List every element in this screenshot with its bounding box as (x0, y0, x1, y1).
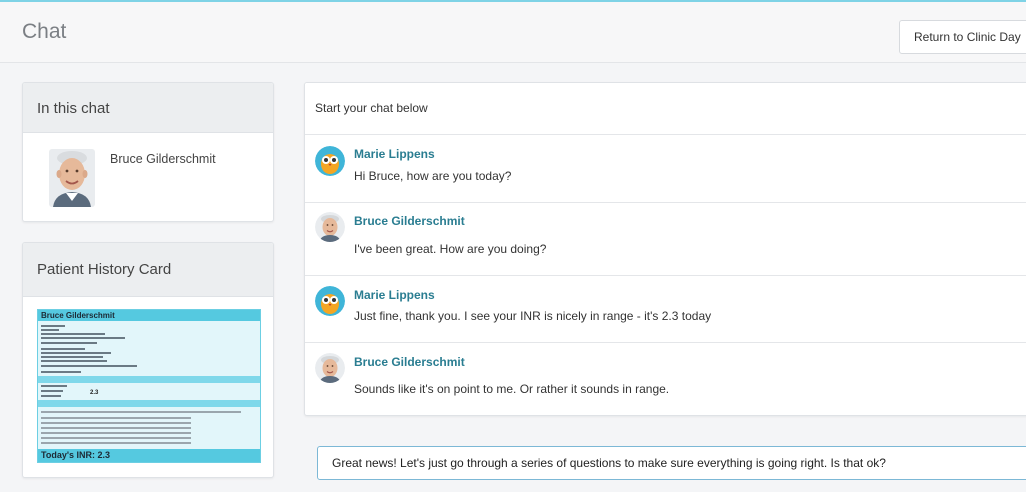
card-text-line (41, 333, 105, 335)
card-section-header (38, 400, 260, 407)
participants-panel: In this chat Bruce Gilderschmit (22, 82, 274, 222)
card-todays-inr: Today's INR: 2.3 (38, 449, 260, 462)
chat-intro: Start your chat below (305, 83, 1026, 135)
card-table-row (41, 442, 191, 444)
card-text-line (41, 325, 65, 327)
card-table-row (41, 427, 191, 429)
card-patient-name: Bruce Gilderschmit (38, 310, 260, 321)
chat-message: Bruce Gilderschmit I've been great. How … (305, 203, 1026, 276)
card-text-line (41, 329, 59, 331)
card-text-line (41, 360, 107, 362)
chat-message: Bruce Gilderschmit Sounds like it's on p… (305, 343, 1026, 415)
card-table-row (41, 411, 241, 413)
card-text-line (41, 352, 111, 354)
message-sender[interactable]: Bruce Gilderschmit (354, 355, 465, 369)
participants-panel-title: In this chat (23, 83, 273, 133)
card-inr-value: 2.3 (90, 390, 99, 396)
card-text-line (41, 371, 81, 373)
message-text: Hi Bruce, how are you today? (354, 169, 512, 183)
card-table-row (41, 432, 191, 434)
participant-name: Bruce Gilderschmit (110, 152, 216, 166)
card-text-line (41, 337, 125, 339)
card-text-line (41, 342, 97, 344)
composer-area (304, 434, 1026, 492)
message-sender[interactable]: Marie Lippens (354, 147, 435, 161)
card-table-row (41, 422, 191, 424)
patient-photo-icon (315, 212, 345, 242)
owl-avatar-icon (315, 146, 345, 176)
card-text-line (41, 395, 61, 397)
chat-message: Marie Lippens Hi Bruce, how are you toda… (305, 136, 1026, 203)
card-table-header (38, 376, 260, 383)
patient-photo-icon (315, 353, 345, 383)
card-text-line (41, 356, 103, 358)
chat-panel: Start your chat below Marie Lippens Hi B… (304, 82, 1026, 416)
message-sender[interactable]: Marie Lippens (354, 288, 435, 302)
page-header: Chat Return to Clinic Day (0, 2, 1026, 63)
patient-history-panel-title: Patient History Card (23, 243, 273, 297)
card-text-line (41, 348, 85, 350)
message-sender[interactable]: Bruce Gilderschmit (354, 214, 465, 228)
card-text-line (41, 390, 63, 392)
chat-message: Marie Lippens Just fine, thank you. I se… (305, 276, 1026, 343)
card-table-row (41, 437, 191, 439)
card-table-row (41, 417, 191, 419)
patient-history-panel: Patient History Card Bruce Gilderschmit … (22, 242, 274, 478)
patient-history-card-image[interactable]: Bruce Gilderschmit 2.3 Today's INR: 2.3 (37, 309, 261, 463)
chat-message-input[interactable] (317, 446, 1026, 480)
message-text: Just fine, thank you. I see your INR is … (354, 309, 712, 323)
card-text-line (41, 385, 67, 387)
page-title: Chat (22, 20, 67, 43)
message-text: Sounds like it's on point to me. Or rath… (354, 382, 670, 396)
patient-photo-icon (49, 149, 95, 207)
card-text-line (41, 365, 137, 367)
return-to-clinic-day-button[interactable]: Return to Clinic Day (899, 20, 1026, 54)
owl-avatar-icon (315, 286, 345, 316)
message-text: I've been great. How are you doing? (354, 242, 547, 256)
